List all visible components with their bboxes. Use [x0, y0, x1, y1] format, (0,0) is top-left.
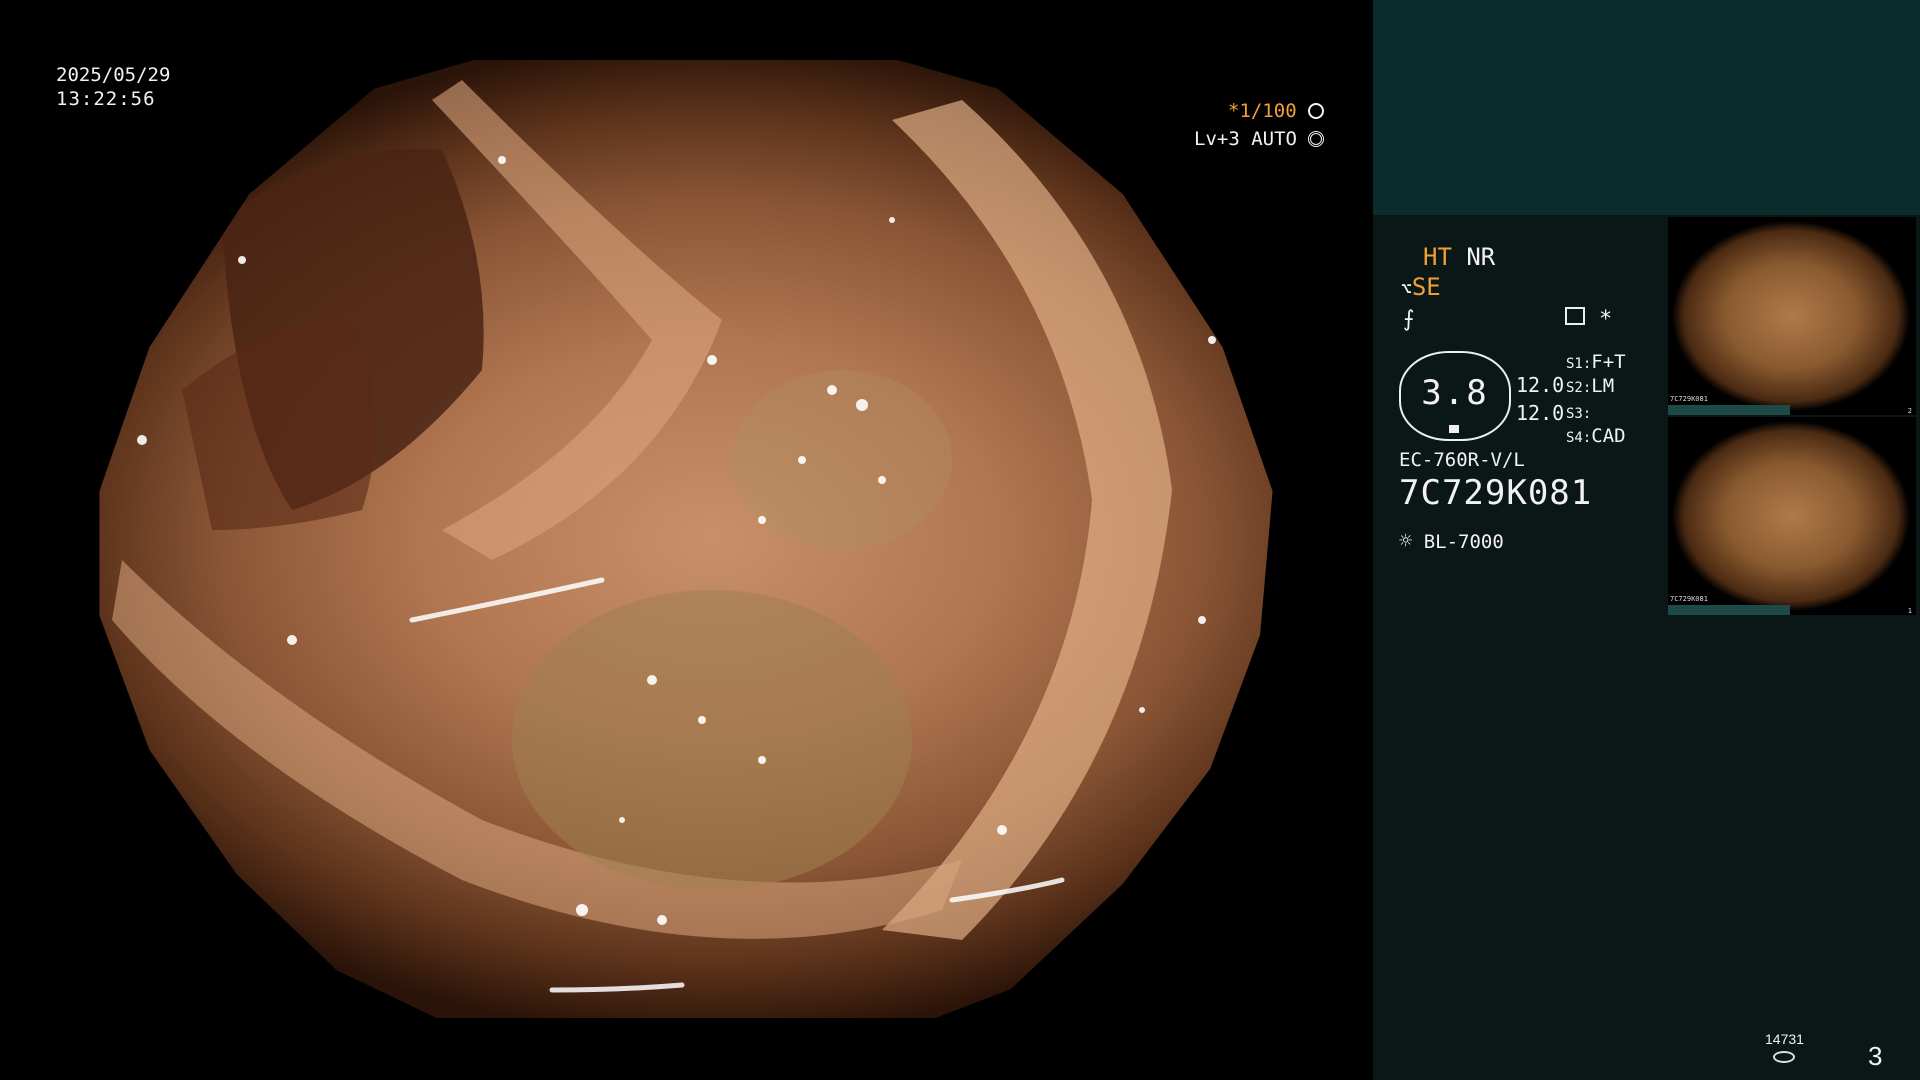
s4-key: S4: — [1566, 430, 1592, 446]
scope-model: EC-760R-V/L — [1399, 449, 1525, 471]
endoscope-view — [99, 60, 1273, 1018]
s3-key: S3: — [1566, 406, 1592, 422]
shutter-readout: *1/100 — [1228, 100, 1325, 122]
time-label: 13:22:56 — [56, 88, 156, 110]
enhance-icon — [1308, 131, 1325, 147]
value-2: 12.0 — [1516, 401, 1565, 425]
nr-label: NR — [1466, 243, 1496, 271]
zoom-value: 3.8 — [1421, 373, 1489, 413]
ht-nr-row: HT NR — [1423, 243, 1495, 271]
s2-value: LM — [1591, 375, 1615, 397]
record-icon — [1565, 307, 1585, 325]
top-panel — [1373, 0, 1920, 215]
info-panel: HT NR ⌥SE ⨍ * 3.8 12.0 12.0 S1:F+T S2:LM… — [1373, 215, 1920, 1080]
ht-label: HT — [1423, 243, 1452, 271]
thumbnail-image — [1672, 221, 1910, 411]
s1-row: S1:F+T — [1566, 351, 1626, 373]
sharpness-icon: ⨍ — [1403, 307, 1415, 332]
enhance-value: Lv+3 AUTO — [1194, 128, 1297, 150]
enhance-readout: Lv+3 AUTO — [1194, 128, 1325, 150]
thumbnail-2[interactable]: 7C729K081 1 — [1668, 417, 1916, 615]
thumbnail-label: 7C729K081 — [1670, 395, 1708, 403]
shutter-icon — [1308, 103, 1325, 119]
thumbnail-image — [1672, 421, 1910, 611]
s3-row: S3: — [1566, 401, 1591, 423]
value-1: 12.0 — [1516, 373, 1565, 397]
page-number: 3 — [1868, 1041, 1883, 1071]
thumbnail-index: 1 — [1907, 607, 1912, 615]
thumbnail-bar — [1668, 405, 1790, 415]
se-icon: ⌥ — [1401, 279, 1412, 300]
thumbnail-1[interactable]: 7C729K081 2 — [1668, 217, 1916, 415]
light-source-row: ☼ BL-7000 — [1399, 529, 1504, 554]
s2-key: S2: — [1566, 380, 1592, 396]
storage-icon — [1773, 1051, 1795, 1063]
se-row: ⌥SE — [1401, 273, 1441, 301]
lamp-icon: ☼ — [1399, 529, 1413, 554]
s4-row: S4:CAD — [1566, 425, 1626, 447]
zoom-indicator: 3.8 — [1399, 351, 1511, 441]
s4-value: CAD — [1591, 425, 1626, 447]
zoom-marker — [1449, 425, 1459, 433]
thumbnail-label: 7C729K081 — [1670, 595, 1708, 603]
thumbnail-bar — [1668, 605, 1790, 615]
scope-serial: 7C729K081 — [1399, 473, 1593, 513]
light-source-label: BL-7000 — [1423, 531, 1504, 553]
se-label: SE — [1411, 273, 1441, 301]
s1-key: S1: — [1566, 356, 1592, 372]
thumbnail-index: 2 — [1907, 407, 1912, 415]
s1-value: F+T — [1591, 351, 1626, 373]
shutter-value: *1/100 — [1228, 100, 1297, 122]
s2-row: S2:LM — [1566, 375, 1614, 397]
date-label: 2025/05/29 — [56, 64, 171, 86]
asterisk-label: * — [1599, 307, 1613, 332]
storage-count: 14731 — [1765, 1031, 1804, 1047]
